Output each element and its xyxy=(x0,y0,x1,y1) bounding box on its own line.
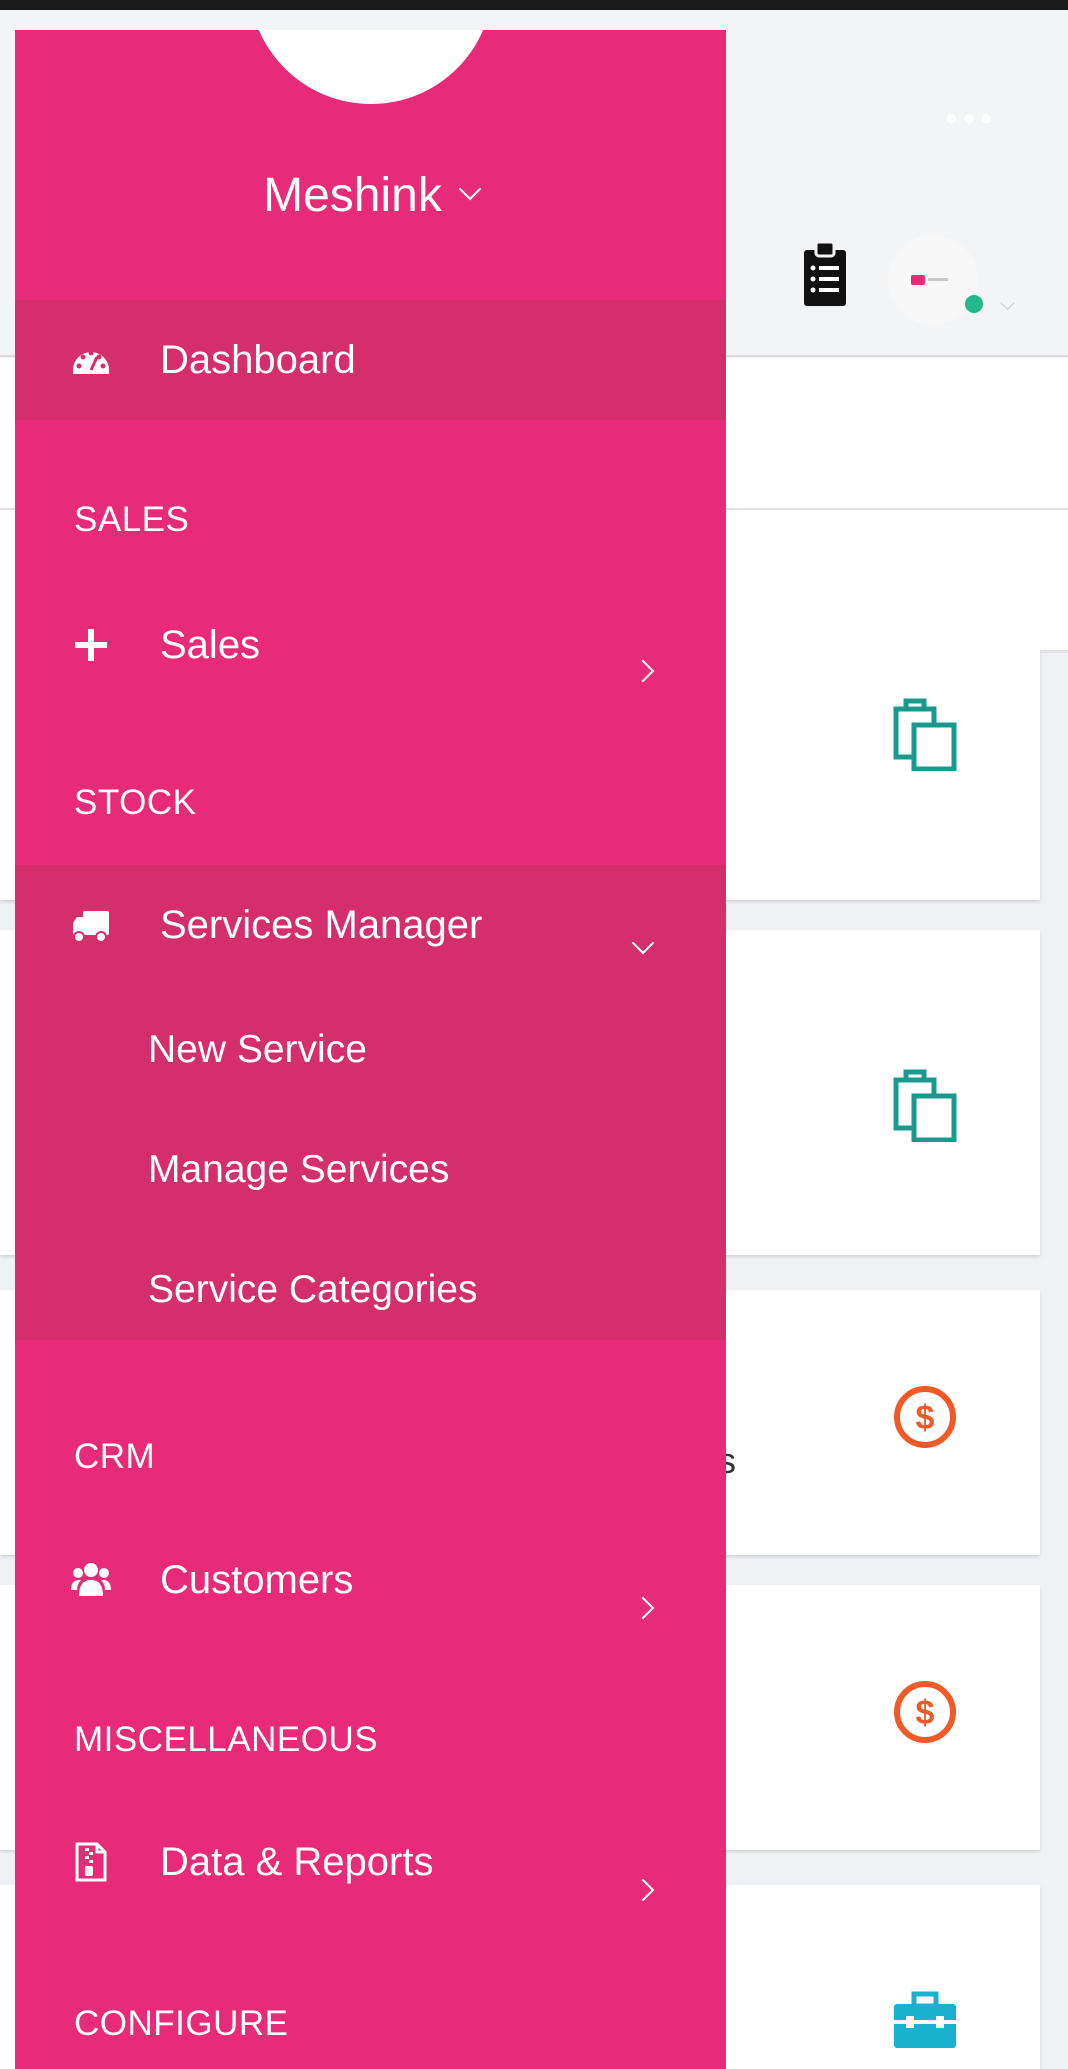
clipboard-copy-icon xyxy=(893,698,957,771)
chevron-right-icon xyxy=(631,659,655,683)
online-status-dot xyxy=(965,295,983,313)
dollar-circle-icon: $ xyxy=(894,1386,956,1448)
plus-icon xyxy=(75,629,107,661)
svg-text:$: $ xyxy=(916,1694,935,1732)
chevron-down-icon[interactable]: ⌵ xyxy=(1000,293,1015,316)
sidebar-item-label: Customers xyxy=(160,1558,354,1602)
sidebar-item-label: Dashboard xyxy=(160,338,356,382)
section-header-configure: CONFIGURE xyxy=(74,2004,289,2043)
sidebar: Meshink Dashboard SALES Sales STOCK Serv… xyxy=(15,30,726,2069)
avatar[interactable] xyxy=(888,235,978,325)
sidebar-item-label: Sales xyxy=(160,623,261,667)
users-icon xyxy=(71,1563,111,1596)
sidebar-item-label: Services Manager xyxy=(160,903,483,947)
speedometer-icon xyxy=(73,350,109,374)
user-name-dropdown[interactable]: Meshink xyxy=(15,168,726,223)
company-logo-icon xyxy=(911,275,925,285)
svg-text:$: $ xyxy=(916,1399,935,1437)
user-name: Meshink xyxy=(263,169,442,222)
chevron-right-icon xyxy=(631,1878,655,1902)
zip-file-icon xyxy=(75,1842,107,1882)
submenu-item-new-service[interactable]: New Service xyxy=(148,1028,367,1072)
chevron-down-icon xyxy=(458,177,482,201)
sidebar-item-label: Data & Reports xyxy=(160,1840,434,1884)
more-dots-icon[interactable]: ●●● xyxy=(945,105,997,131)
chevron-down-icon xyxy=(631,931,655,955)
truck-icon xyxy=(73,911,109,943)
chevron-right-icon xyxy=(631,1596,655,1620)
section-header-miscellaneous: MISCELLANEOUS xyxy=(74,1720,379,1759)
sidebar-item-customers[interactable]: Customers xyxy=(15,1520,726,1640)
sidebar-item-services-manager[interactable]: Services Manager xyxy=(15,865,726,985)
clipboard-list-icon[interactable] xyxy=(802,242,848,308)
toolbox-icon xyxy=(894,1991,956,2048)
sidebar-item-sales[interactable]: Sales xyxy=(15,585,726,705)
profile-avatar[interactable] xyxy=(249,30,493,104)
sidebar-item-dashboard[interactable]: Dashboard xyxy=(15,300,726,420)
submenu-item-manage-services[interactable]: Manage Services xyxy=(148,1148,449,1192)
section-header-stock: STOCK xyxy=(74,783,197,822)
screen: ●●● ⌵ t xyxy=(0,10,1068,2069)
submenu-item-service-categories[interactable]: Service Categories xyxy=(148,1268,477,1312)
clipboard-copy-icon xyxy=(893,1069,957,1142)
section-header-crm: CRM xyxy=(74,1437,156,1476)
dollar-circle-icon: $ xyxy=(894,1681,956,1743)
sidebar-item-data-reports[interactable]: Data & Reports xyxy=(15,1802,726,1922)
section-header-sales: SALES xyxy=(74,500,190,539)
